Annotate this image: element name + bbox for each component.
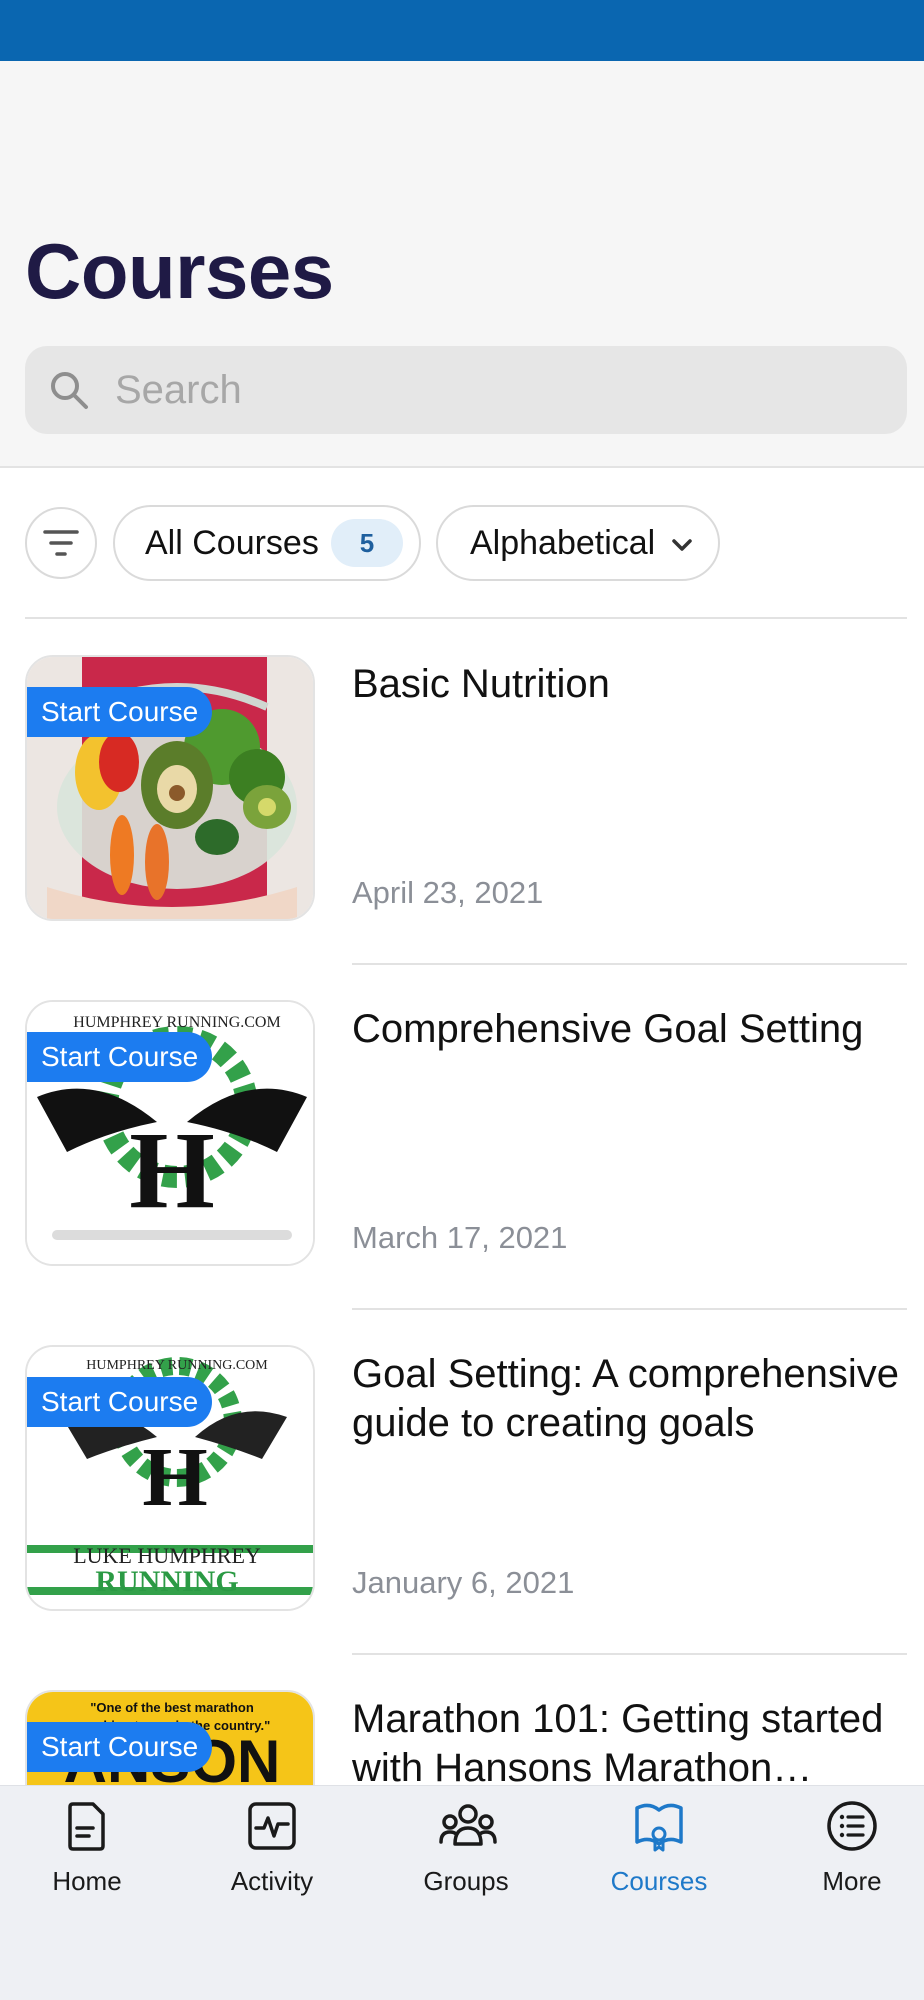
start-course-badge: Start Course	[27, 1377, 213, 1427]
header: Courses	[0, 61, 924, 468]
page-title: Courses	[25, 227, 334, 315]
logo-text: HUMPHREY RUNNING.COM	[73, 1014, 280, 1031]
activity-icon	[248, 1802, 296, 1850]
sort-dropdown[interactable]: Alphabetical	[436, 505, 720, 581]
nav-home[interactable]: Home	[0, 1786, 179, 1936]
search-bar[interactable]	[25, 346, 907, 434]
courses-icon	[635, 1803, 683, 1852]
logo-text: RUNNING	[95, 1565, 238, 1598]
start-course-badge: Start Course	[27, 1722, 213, 1772]
course-thumbnail[interactable]: H LUKE HUMPHREY RUNNING HUMPHREY RUNNING…	[25, 1345, 315, 1611]
all-courses-label: All Courses	[145, 523, 319, 562]
nav-activity[interactable]: Activity	[180, 1786, 364, 1936]
nav-more[interactable]: More	[760, 1786, 924, 1936]
course-thumbnail[interactable]: H HUMPHREY RUNNING.COM Start Course	[25, 1000, 315, 1266]
search-icon	[51, 372, 88, 409]
logo-text: HUMPHREY RUNNING.COM	[86, 1358, 268, 1373]
chevron-down-icon	[672, 539, 692, 551]
course-date: January 6, 2021	[352, 1565, 575, 1600]
course-date: March 17, 2021	[352, 1220, 568, 1255]
groups-icon	[439, 1804, 497, 1846]
search-input[interactable]	[115, 346, 875, 434]
start-course-badge: Start Course	[27, 1032, 213, 1082]
course-item-comprehensive-goal-setting[interactable]: H HUMPHREY RUNNING.COM Start Course Comp…	[0, 1000, 924, 1345]
course-date: April 23, 2021	[352, 875, 544, 910]
course-title[interactable]: Comprehensive Goal Setting	[352, 1005, 907, 1054]
list-icon	[827, 1801, 877, 1851]
nav-courses[interactable]: Courses	[567, 1786, 751, 1936]
divider	[25, 617, 907, 619]
nav-groups[interactable]: Groups	[374, 1786, 558, 1936]
filter-button[interactable]	[25, 507, 97, 579]
divider	[352, 1308, 907, 1310]
document-icon	[68, 1802, 105, 1851]
course-title[interactable]: Goal Setting: A comprehensive guide to c…	[352, 1350, 907, 1448]
filter-row: All Courses 5 Alphabetical	[0, 468, 924, 618]
nav-label: More	[822, 1866, 882, 1896]
course-title[interactable]: Marathon 101: Getting started with Hanso…	[352, 1695, 907, 1793]
course-item-basic-nutrition[interactable]: Start Course Basic Nutrition April 23, 2…	[0, 655, 924, 1000]
svg-text:H: H	[129, 1109, 215, 1231]
divider	[352, 963, 907, 965]
bottom-nav: Home Activity Groups Courses More	[0, 1785, 924, 2000]
status-bar	[0, 0, 924, 61]
filter-icon	[43, 530, 79, 556]
cover-quote-text: "One of the best marathon	[90, 1700, 254, 1715]
course-count-badge: 5	[331, 519, 403, 567]
start-course-badge: Start Course	[27, 687, 213, 737]
course-title[interactable]: Basic Nutrition	[352, 660, 907, 709]
nav-label: Activity	[230, 1866, 314, 1896]
sort-label: Alphabetical	[470, 523, 656, 562]
nav-label: Groups	[423, 1866, 509, 1896]
nav-label: Home	[52, 1866, 122, 1896]
divider	[352, 1653, 907, 1655]
course-item-goal-setting-guide[interactable]: H LUKE HUMPHREY RUNNING HUMPHREY RUNNING…	[0, 1345, 924, 1690]
nav-label: Courses	[610, 1866, 708, 1896]
course-thumbnail[interactable]: Start Course	[25, 655, 315, 921]
svg-text:H: H	[142, 1431, 207, 1524]
all-courses-pill[interactable]: All Courses 5	[113, 505, 421, 581]
